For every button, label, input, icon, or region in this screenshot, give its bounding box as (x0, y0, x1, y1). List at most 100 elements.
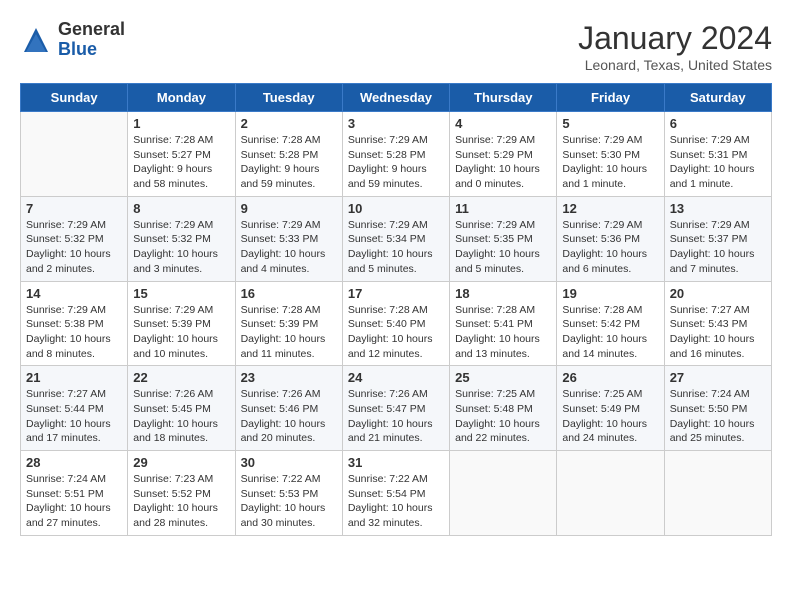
calendar-cell: 20Sunrise: 7:27 AMSunset: 5:43 PMDayligh… (664, 281, 771, 366)
weekday-header-row: SundayMondayTuesdayWednesdayThursdayFrid… (21, 84, 772, 112)
weekday-header-tuesday: Tuesday (235, 84, 342, 112)
weekday-header-thursday: Thursday (450, 84, 557, 112)
calendar-cell: 28 Sunrise: 7:24 AMSunset: 5:51 PMDayligh… (21, 451, 128, 536)
day-info: Sunrise: 7:29 AMSunset: 5:33 PMDaylight:… (241, 218, 337, 277)
day-number: 1 (133, 116, 229, 131)
day-number: 6 (670, 116, 766, 131)
calendar-cell: 29 Sunrise: 7:23 AMSunset: 5:52 PMDayligh… (128, 451, 235, 536)
calendar-cell: 10Sunrise: 7:29 AMSunset: 5:34 PMDayligh… (342, 196, 449, 281)
weekday-header-friday: Friday (557, 84, 664, 112)
day-info: Sunrise: 7:29 AMSunset: 5:35 PMDaylight:… (455, 218, 551, 277)
day-number: 2 (241, 116, 337, 131)
calendar-cell: 7 Sunrise: 7:29 AMSunset: 5:32 PMDaylight… (21, 196, 128, 281)
day-number: 12 (562, 201, 658, 216)
calendar-cell: 15Sunrise: 7:29 AMSunset: 5:39 PMDayligh… (128, 281, 235, 366)
calendar-cell: 23 Sunrise: 7:26 AMSunset: 5:46 PMDayligh… (235, 366, 342, 451)
day-info: Sunrise: 7:29 AMSunset: 5:34 PMDaylight:… (348, 218, 444, 277)
day-info: Sunrise: 7:23 AMSunset: 5:52 PMDaylight:… (133, 472, 229, 531)
calendar-cell (664, 451, 771, 536)
day-number: 14 (26, 286, 122, 301)
week-row-3: 14 Sunrise: 7:29 AMSunset: 5:38 PMDayligh… (21, 281, 772, 366)
weekday-header-sunday: Sunday (21, 84, 128, 112)
day-number: 23 (241, 370, 337, 385)
day-number: 3 (348, 116, 444, 131)
day-info: Sunrise: 7:22 AMSunset: 5:53 PMDaylight:… (241, 472, 337, 531)
calendar-cell: 3Sunrise: 7:29 AMSunset: 5:28 PMDaylight… (342, 112, 449, 197)
calendar-cell: 14 Sunrise: 7:29 AMSunset: 5:38 PMDayligh… (21, 281, 128, 366)
day-info: Sunrise: 7:29 AMSunset: 5:36 PMDaylight:… (562, 218, 658, 277)
day-number: 28 (26, 455, 122, 470)
day-info: Sunrise: 7:26 AMSunset: 5:46 PMDaylight:… (241, 387, 337, 446)
logo-blue-text: Blue (58, 40, 125, 60)
day-number: 21 (26, 370, 122, 385)
calendar-cell: 1 Sunrise: 7:28 AMSunset: 5:27 PMDaylight… (128, 112, 235, 197)
calendar-cell: 31 Sunrise: 7:22 AMSunset: 5:54 PMDayligh… (342, 451, 449, 536)
day-info: Sunrise: 7:26 AMSunset: 5:45 PMDaylight:… (133, 387, 229, 446)
day-info: Sunrise: 7:29 AMSunset: 5:32 PMDaylight:… (133, 218, 229, 277)
calendar-cell: 18 Sunrise: 7:28 AMSunset: 5:41 PMDayligh… (450, 281, 557, 366)
logo-general-text: General (58, 20, 125, 40)
day-number: 26 (562, 370, 658, 385)
calendar-cell: 16Sunrise: 7:28 AMSunset: 5:39 PMDayligh… (235, 281, 342, 366)
day-info: Sunrise: 7:24 AMSunset: 5:50 PMDaylight:… (670, 387, 766, 446)
day-info: Sunrise: 7:22 AMSunset: 5:54 PMDaylight:… (348, 472, 444, 531)
day-info: Sunrise: 7:29 AMSunset: 5:29 PMDaylight:… (455, 133, 551, 192)
calendar-cell: 27 Sunrise: 7:24 AMSunset: 5:50 PMDayligh… (664, 366, 771, 451)
day-info: Sunrise: 7:29 AMSunset: 5:31 PMDaylight:… (670, 133, 766, 192)
calendar-cell (450, 451, 557, 536)
day-number: 11 (455, 201, 551, 216)
calendar-cell: 12 Sunrise: 7:29 AMSunset: 5:36 PMDayligh… (557, 196, 664, 281)
day-info: Sunrise: 7:28 AMSunset: 5:27 PMDaylight:… (133, 133, 229, 192)
calendar-cell: 5Sunrise: 7:29 AMSunset: 5:30 PMDaylight… (557, 112, 664, 197)
logo-text: General Blue (58, 20, 125, 60)
day-info: Sunrise: 7:29 AMSunset: 5:38 PMDaylight:… (26, 303, 122, 362)
day-number: 27 (670, 370, 766, 385)
day-number: 29 (133, 455, 229, 470)
day-info: Sunrise: 7:27 AMSunset: 5:44 PMDaylight:… (26, 387, 122, 446)
day-info: Sunrise: 7:29 AMSunset: 5:30 PMDaylight:… (562, 133, 658, 192)
day-number: 8 (133, 201, 229, 216)
day-number: 9 (241, 201, 337, 216)
day-number: 30 (241, 455, 337, 470)
location-text: Leonard, Texas, United States (578, 57, 772, 73)
calendar-cell: 8 Sunrise: 7:29 AMSunset: 5:32 PMDaylight… (128, 196, 235, 281)
logo-icon (20, 24, 52, 56)
calendar-cell: 6 Sunrise: 7:29 AMSunset: 5:31 PMDaylight… (664, 112, 771, 197)
day-info: Sunrise: 7:29 AMSunset: 5:39 PMDaylight:… (133, 303, 229, 362)
calendar-cell (557, 451, 664, 536)
week-row-2: 7 Sunrise: 7:29 AMSunset: 5:32 PMDaylight… (21, 196, 772, 281)
day-info: Sunrise: 7:27 AMSunset: 5:43 PMDaylight:… (670, 303, 766, 362)
day-info: Sunrise: 7:29 AMSunset: 5:32 PMDaylight:… (26, 218, 122, 277)
week-row-1: 1 Sunrise: 7:28 AMSunset: 5:27 PMDaylight… (21, 112, 772, 197)
calendar-cell: 13Sunrise: 7:29 AMSunset: 5:37 PMDayligh… (664, 196, 771, 281)
day-info: Sunrise: 7:25 AMSunset: 5:49 PMDaylight:… (562, 387, 658, 446)
day-number: 31 (348, 455, 444, 470)
day-info: Sunrise: 7:28 AMSunset: 5:42 PMDaylight:… (562, 303, 658, 362)
day-info: Sunrise: 7:28 AMSunset: 5:41 PMDaylight:… (455, 303, 551, 362)
page-header: General Blue January 2024 Leonard, Texas… (20, 20, 772, 73)
calendar-cell: 22Sunrise: 7:26 AMSunset: 5:45 PMDayligh… (128, 366, 235, 451)
week-row-5: 28 Sunrise: 7:24 AMSunset: 5:51 PMDayligh… (21, 451, 772, 536)
day-number: 17 (348, 286, 444, 301)
day-number: 24 (348, 370, 444, 385)
day-number: 18 (455, 286, 551, 301)
day-number: 16 (241, 286, 337, 301)
calendar-cell: 19Sunrise: 7:28 AMSunset: 5:42 PMDayligh… (557, 281, 664, 366)
day-number: 4 (455, 116, 551, 131)
logo: General Blue (20, 20, 125, 60)
calendar-cell: 25 Sunrise: 7:25 AMSunset: 5:48 PMDayligh… (450, 366, 557, 451)
calendar-cell: 9 Sunrise: 7:29 AMSunset: 5:33 PMDaylight… (235, 196, 342, 281)
day-info: Sunrise: 7:28 AMSunset: 5:28 PMDaylight:… (241, 133, 337, 192)
calendar-cell: 11 Sunrise: 7:29 AMSunset: 5:35 PMDayligh… (450, 196, 557, 281)
day-info: Sunrise: 7:24 AMSunset: 5:51 PMDaylight:… (26, 472, 122, 531)
calendar-cell: 4 Sunrise: 7:29 AMSunset: 5:29 PMDaylight… (450, 112, 557, 197)
title-section: January 2024 Leonard, Texas, United Stat… (578, 20, 772, 73)
day-info: Sunrise: 7:25 AMSunset: 5:48 PMDaylight:… (455, 387, 551, 446)
calendar-cell: 30 Sunrise: 7:22 AMSunset: 5:53 PMDayligh… (235, 451, 342, 536)
weekday-header-saturday: Saturday (664, 84, 771, 112)
day-number: 25 (455, 370, 551, 385)
calendar-cell: 24Sunrise: 7:26 AMSunset: 5:47 PMDayligh… (342, 366, 449, 451)
day-number: 7 (26, 201, 122, 216)
calendar-cell: 26 Sunrise: 7:25 AMSunset: 5:49 PMDayligh… (557, 366, 664, 451)
day-number: 13 (670, 201, 766, 216)
